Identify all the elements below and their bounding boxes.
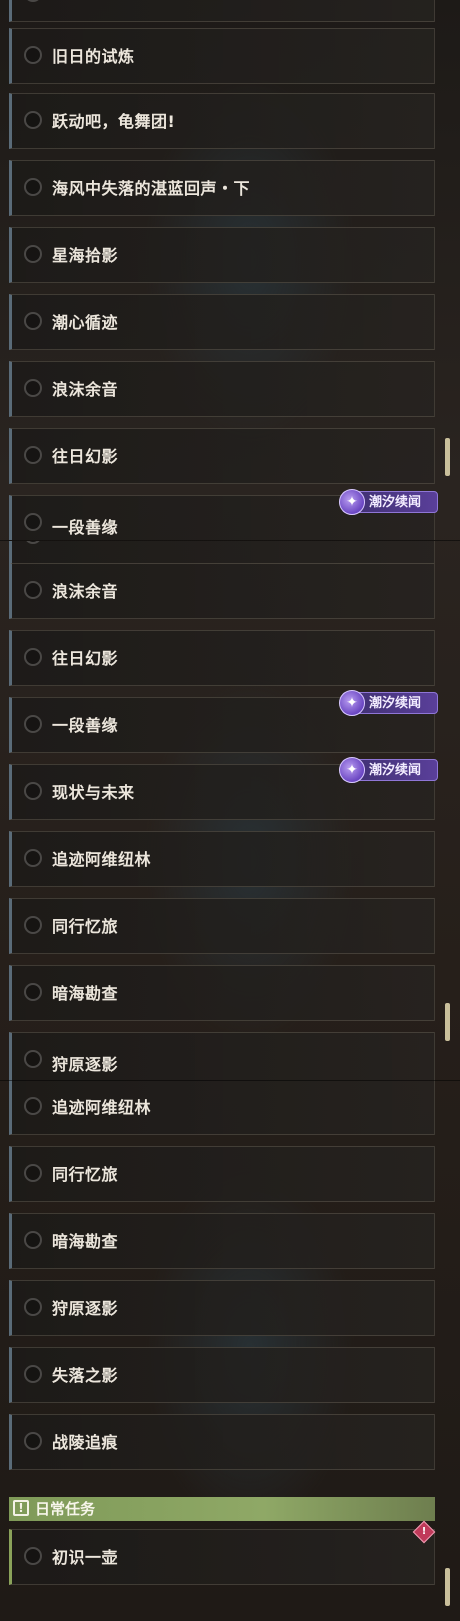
- star-icon: ✦: [339, 489, 365, 515]
- badge-label: 潮汐续闻: [369, 495, 422, 510]
- radio-icon: [24, 312, 42, 330]
- radio-icon: [24, 0, 42, 2]
- radio-icon: [24, 916, 42, 934]
- exclamation-icon: !: [13, 1500, 29, 1516]
- quest-row[interactable]: 狩原逐影: [9, 1280, 435, 1336]
- radio-icon: [24, 111, 42, 129]
- quest-title: 狩原逐影: [52, 1299, 119, 1318]
- quest-title: 初识一壶: [52, 1548, 119, 1567]
- quest-title: 往日幻影: [52, 447, 119, 466]
- radio-icon: [24, 1547, 42, 1565]
- quest-title: 追迹阿维纽林: [52, 1098, 152, 1117]
- radio-icon: [24, 1231, 42, 1249]
- tide-event-badge: ✦ 潮汐续闻: [339, 489, 438, 515]
- quest-row[interactable]: 追迹阿维纽林: [9, 1081, 435, 1135]
- radio-icon: [24, 1432, 42, 1450]
- quest-title: 追迹阿维纽林: [52, 850, 152, 869]
- radio-icon: [24, 1050, 42, 1068]
- quest-title: 现状与未来: [52, 783, 135, 802]
- quest-row[interactable]: 海风中失落的湛蓝回声・下: [9, 160, 435, 216]
- radio-icon: [24, 446, 42, 464]
- star-icon: ✦: [339, 690, 365, 716]
- quest-list-panel-3: 追迹阿维纽林 同行忆旅 暗海勘查 狩原逐影 失落之影 战陵追痕 初识一壶: [0, 1080, 460, 1621]
- quest-title: 同行忆旅: [52, 1165, 119, 1184]
- radio-icon: [24, 715, 42, 733]
- quest-row[interactable]: 狩原逐影: [9, 1032, 435, 1081]
- quest-title: 一段善缘: [52, 716, 119, 735]
- quest-row[interactable]: 往日幻影: [9, 630, 435, 686]
- quest-title: 失落之影: [52, 1366, 119, 1385]
- daily-quest-row[interactable]: 初识一壶: [9, 1529, 435, 1585]
- quest-title: 一段善缘: [52, 518, 119, 537]
- quest-row[interactable]: 旧日的试炼: [9, 28, 435, 84]
- scrollbar-thumb[interactable]: [445, 1003, 450, 1041]
- radio-icon: [24, 245, 42, 263]
- radio-icon: [24, 541, 42, 544]
- quest-title: 暗海勘查: [52, 984, 119, 1003]
- quest-row[interactable]: 浪沫余音: [9, 361, 435, 417]
- quest-row[interactable]: 同行忆旅: [9, 898, 435, 954]
- daily-tasks-header[interactable]: ! 日常任务: [9, 1497, 435, 1521]
- quest-row[interactable]: 潮心循迹: [9, 294, 435, 350]
- badge-label: 潮汐续闻: [369, 763, 422, 778]
- quest-row[interactable]: 暗海勘查: [9, 1213, 435, 1269]
- quest-title: 暗海勘查: [52, 1232, 119, 1251]
- quest-row[interactable]: 失落之影: [9, 1347, 435, 1403]
- quest-title: 同行忆旅: [52, 917, 119, 936]
- radio-icon: [24, 379, 42, 397]
- quest-title: 旧日的试炼: [52, 47, 135, 66]
- radio-icon: [24, 1097, 42, 1115]
- quest-row[interactable]: 浪沫余音: [9, 563, 435, 619]
- quest-title: 浪沫余音: [52, 582, 119, 601]
- quest-title: 跃动吧，龟舞团!: [52, 112, 176, 131]
- quest-title: 海风中失落的湛蓝回声・下: [52, 179, 251, 198]
- radio-icon: [24, 513, 42, 531]
- radio-icon: [24, 581, 42, 599]
- radio-icon: [24, 1164, 42, 1182]
- quest-row[interactable]: 追迹阿维纽林: [9, 831, 435, 887]
- radio-icon: [24, 983, 42, 1001]
- scrollbar-thumb[interactable]: [445, 1568, 450, 1606]
- radio-icon: [24, 1298, 42, 1316]
- radio-icon: [24, 1365, 42, 1383]
- quest-row-partial[interactable]: [9, 0, 435, 22]
- quest-list-panel-1: 旧日的试炼 跃动吧，龟舞团! 海风中失落的湛蓝回声・下 星海拾影 潮心循迹 浪沫…: [0, 0, 460, 540]
- quest-list-panel-2: 浪沫余音 往日幻影 一段善缘 现状与未来 追迹阿维纽林 同行忆旅 暗海勘查 狩原…: [0, 540, 460, 1081]
- tide-event-badge: ✦ 潮汐续闻: [339, 757, 438, 783]
- badge-label: 潮汐续闻: [369, 696, 422, 711]
- radio-icon: [24, 782, 42, 800]
- quest-title: 潮心循迹: [52, 313, 119, 332]
- tide-event-badge: ✦ 潮汐续闻: [339, 690, 438, 716]
- radio-icon: [24, 46, 42, 64]
- quest-title: 浪沫余音: [52, 380, 119, 399]
- quest-title: 战陵追痕: [52, 1433, 119, 1452]
- quest-title: 星海拾影: [52, 246, 119, 265]
- section-title: 日常任务: [35, 1500, 96, 1518]
- radio-icon: [24, 648, 42, 666]
- quest-row[interactable]: 同行忆旅: [9, 1146, 435, 1202]
- quest-row[interactable]: 战陵追痕: [9, 1414, 435, 1470]
- quest-row-partial[interactable]: [9, 541, 435, 564]
- radio-icon: [24, 178, 42, 196]
- quest-row[interactable]: 跃动吧，龟舞团!: [9, 93, 435, 149]
- quest-row[interactable]: 暗海勘查: [9, 965, 435, 1021]
- star-icon: ✦: [339, 757, 365, 783]
- quest-row[interactable]: 星海拾影: [9, 227, 435, 283]
- quest-title: 往日幻影: [52, 649, 119, 668]
- quest-title: 狩原逐影: [52, 1055, 119, 1074]
- scrollbar-thumb[interactable]: [445, 438, 450, 476]
- radio-icon: [24, 849, 42, 867]
- quest-row[interactable]: 往日幻影: [9, 428, 435, 484]
